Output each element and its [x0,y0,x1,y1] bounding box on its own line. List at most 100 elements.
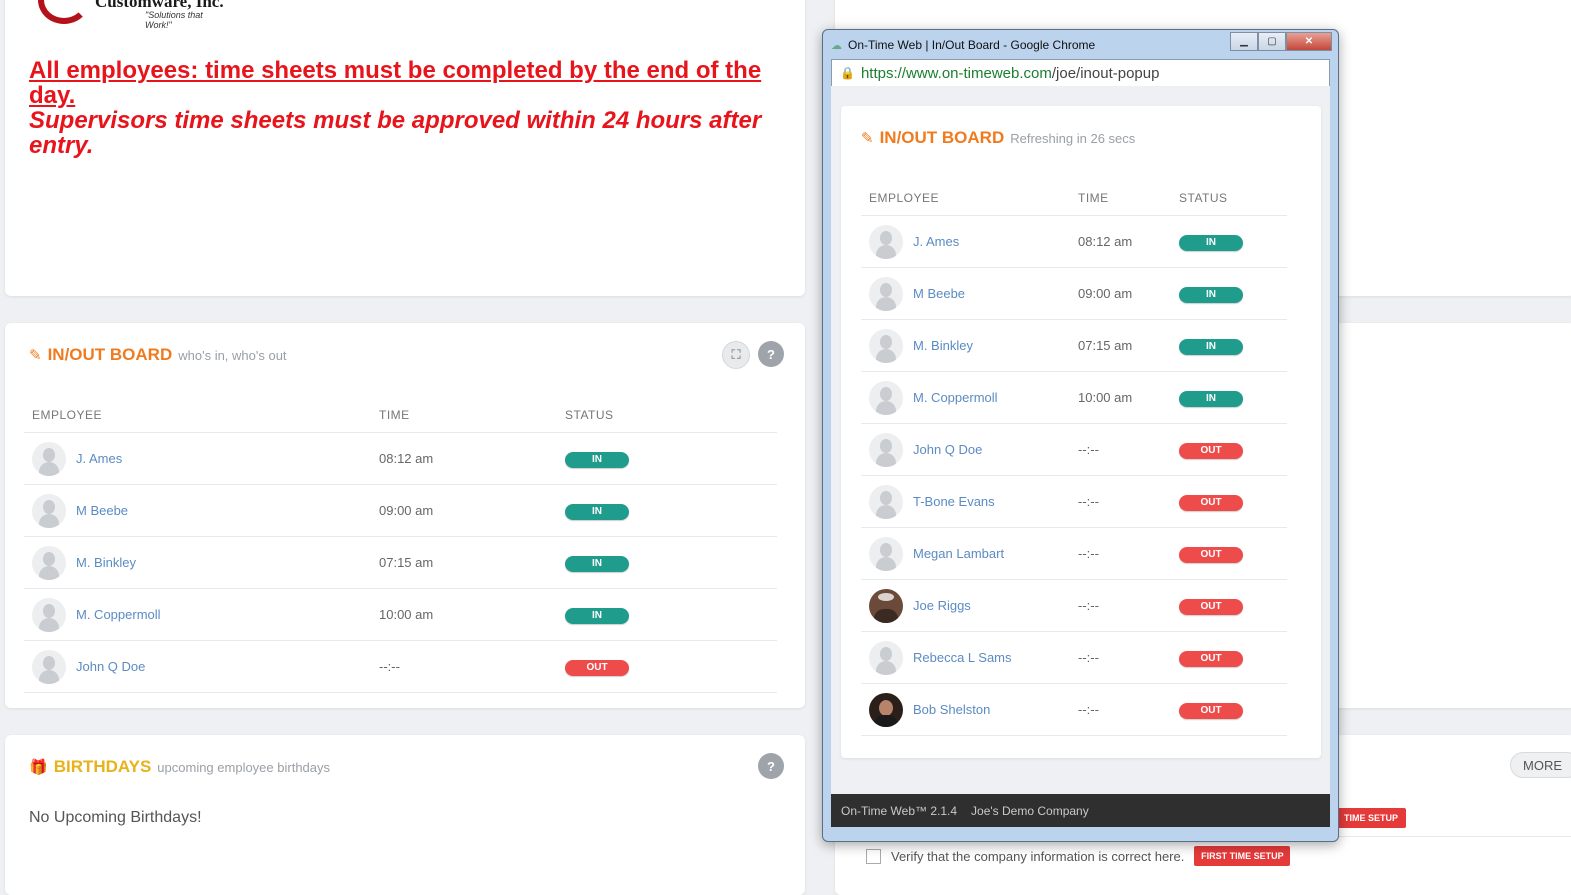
avatar [869,432,903,467]
employee: M Beebe [32,493,371,528]
announcement-line-1: All employees: time sheets must be compl… [29,57,762,109]
employee-cell: J. Ames [861,215,1070,268]
time-cell: 08:12 am [371,432,557,485]
status-badge: OUT [1179,442,1243,459]
status-badge: OUT [1179,494,1243,511]
avatar [869,276,903,311]
avatar [32,493,66,528]
help-button[interactable]: ? [758,341,784,367]
popup-titlebar[interactable]: ☁ On-Time Web | In/Out Board - Google Ch… [823,30,1338,60]
popup-body: ✎ IN/OUT BOARD Refreshing in 26 secs EMP… [831,86,1330,794]
time-cell: 10:00 am [1070,371,1171,424]
table-row: M Beebe 09:00 am IN [861,267,1287,320]
inout-board-table: EMPLOYEE TIME STATUS J. Ames 08:12 am IN M … [24,398,777,693]
popup-footer: On-Time Web™ 2.1.4 Joe's Demo Company [831,794,1330,827]
status-cell: IN [557,536,777,589]
avatar [869,380,903,415]
expand-icon[interactable]: ⛶ [722,341,750,369]
employee-name-link[interactable]: M. Coppermoll [76,607,161,622]
employee-name-link[interactable]: John Q Doe [76,659,145,674]
status-badge: OUT [1179,546,1243,563]
employee-name-link[interactable]: Rebecca L Sams [913,650,1012,665]
status-cell: OUT [1171,475,1287,528]
employee-cell: John Q Doe [24,640,371,693]
company-tagline: "Solutions that Work!" [145,10,203,30]
time-cell: --:-- [1070,579,1171,632]
inout-board-subtitle: who's in, who's out [178,348,287,363]
employee-name-link[interactable]: M. Binkley [913,338,973,353]
verify-checkbox[interactable] [866,848,881,864]
status-cell: IN [557,588,777,641]
chrome-cloud-icon: ☁ [831,39,842,52]
status-cell: IN [1171,319,1287,372]
col-status: STATUS [557,398,777,433]
address-bar[interactable]: 🔒 https://www.on-timeweb.com/joe/inout-p… [831,59,1330,87]
employee-name-link[interactable]: M. Coppermoll [913,390,998,405]
footer-version: On-Time Web™ 2.1.4 [841,803,958,818]
first-time-setup-button[interactable]: FIRST TIME SETUP [1194,846,1291,866]
birthdays-card: 🎁 BIRTHDAYS upcoming employee birthdays … [5,735,805,895]
popup-col-time: TIME [1070,181,1171,216]
time-cell: --:-- [371,640,557,693]
inout-board-title: IN/OUT BOARD [47,345,173,364]
employee-cell: M. Binkley [24,536,371,589]
employee-name-link[interactable]: J. Ames [913,234,959,249]
verify-text: Verify that the company information is c… [891,848,1185,864]
time-setup-label: TIME SETUP [1343,813,1398,823]
employee-name-link[interactable]: T-Bone Evans [913,494,995,509]
logo-swoosh-icon [38,0,90,24]
employee-name-link[interactable]: M. Binkley [76,555,136,570]
status-cell: IN [1171,215,1287,268]
birthdays-header: 🎁 BIRTHDAYS upcoming employee birthdays [29,757,330,777]
table-row: T-Bone Evans --:-- OUT [861,475,1287,528]
status-cell: IN [1171,371,1287,424]
status-badge: OUT [1179,598,1243,615]
status-badge: OUT [1179,702,1243,719]
employee-name-link[interactable]: M Beebe [76,503,128,518]
time-cell: 09:00 am [371,484,557,537]
avatar [869,536,903,571]
time-setup-button[interactable]: TIME SETUP [1336,808,1406,828]
popup-board-header: ✎ IN/OUT BOARD Refreshing in 26 secs [861,128,1135,148]
status-cell: IN [557,484,777,537]
employee-name-link[interactable]: M Beebe [913,286,965,301]
employee: John Q Doe [869,432,1070,467]
avatar [32,441,66,476]
more-button[interactable]: MORE [1510,752,1571,778]
employee-cell: M. Coppermoll [24,588,371,641]
employee-cell: Joe Riggs [861,579,1070,632]
company-logo: Customware, Inc. "Solutions that Work!" [30,0,230,30]
employee: Megan Lambart [869,536,1070,571]
employee-name-link[interactable]: Bob Shelston [913,702,990,717]
employee-cell: M. Coppermoll [861,371,1070,424]
minimize-icon[interactable]: ▁ [1230,32,1258,51]
inout-board-header: ✎ IN/OUT BOARD who's in, who's out [29,345,287,365]
pin-icon: ✎ [29,347,42,364]
employee-name-link[interactable]: Joe Riggs [913,598,971,613]
status-badge: IN [565,503,629,520]
maximize-icon[interactable]: ▢ [1258,32,1286,51]
employee-name-link[interactable]: John Q Doe [913,442,982,457]
employee: Joe Riggs [869,588,1070,623]
close-icon[interactable]: ✕ [1286,32,1332,51]
status-badge: IN [565,451,629,468]
birthdays-subtitle: upcoming employee birthdays [157,760,331,775]
table-row: M Beebe 09:00 am IN [24,484,777,537]
avatar [869,224,903,259]
birthdays-help-button[interactable]: ? [758,753,784,779]
time-cell: 08:12 am [1070,215,1171,268]
avatar [869,640,903,675]
table-row: M. Binkley 07:15 am IN [24,536,777,589]
time-cell: --:-- [1070,423,1171,476]
time-cell: 10:00 am [371,588,557,641]
popup-pin-icon: ✎ [861,130,874,147]
status-badge: OUT [565,659,629,676]
time-cell: --:-- [1070,631,1171,684]
employee: M. Coppermoll [869,380,1070,415]
table-row: J. Ames 08:12 am IN [24,432,777,485]
employee-name-link[interactable]: Megan Lambart [913,546,1004,561]
employee-name-link[interactable]: J. Ames [76,451,122,466]
employee-cell: John Q Doe [861,423,1070,476]
popup-col-employee: EMPLOYEE [861,181,1070,216]
status-badge: IN [565,607,629,624]
